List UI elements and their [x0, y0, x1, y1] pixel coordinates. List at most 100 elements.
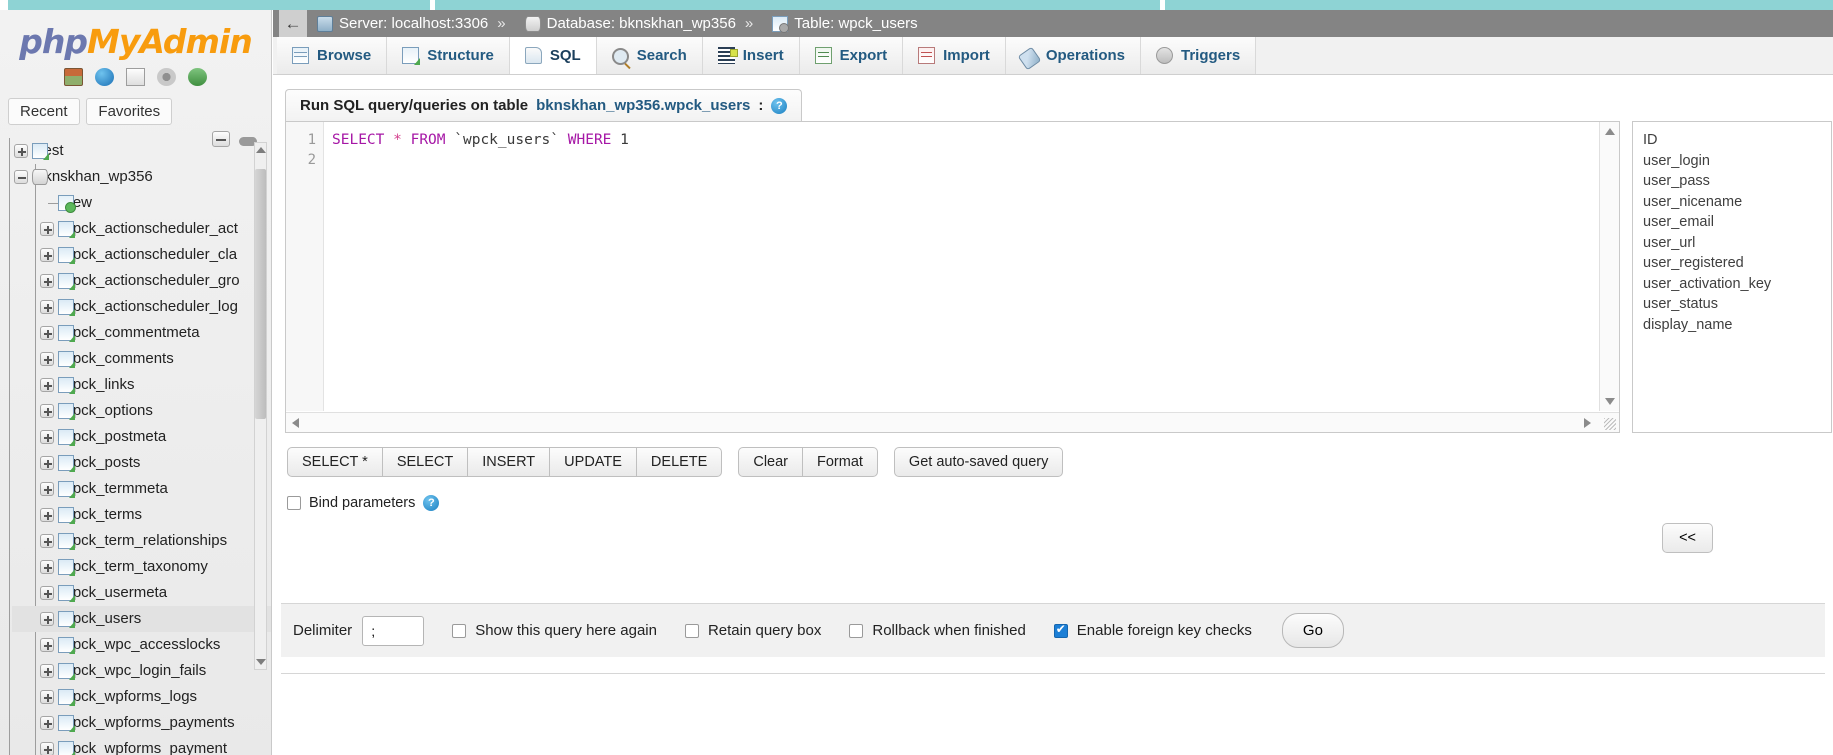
foreign-key-checks-checkbox[interactable] — [1054, 624, 1068, 638]
column-list-panel[interactable]: IDuser_loginuser_passuser_nicenameuser_e… — [1632, 121, 1832, 433]
nav-tab-favorites[interactable]: Favorites — [86, 98, 172, 125]
tree-item-wpck-postmeta[interactable]: wpck_postmeta — [12, 424, 272, 450]
tree-item-wpck-term-taxonomy[interactable]: wpck_term_taxonomy — [12, 554, 272, 580]
tree-item-wpck-wpc-login-fails[interactable]: wpck_wpc_login_fails — [12, 658, 272, 684]
expand-icon[interactable] — [40, 482, 54, 496]
expand-icon[interactable] — [40, 456, 54, 470]
expand-icon[interactable] — [40, 508, 54, 522]
tree-item-wpck-usermeta[interactable]: wpck_usermeta — [12, 580, 272, 606]
collapse-icon[interactable] — [14, 170, 28, 184]
tree-item-wpck-term-relationships[interactable]: wpck_term_relationships — [12, 528, 272, 554]
query-help-icon[interactable]: ? — [771, 98, 787, 114]
expand-icon[interactable] — [40, 664, 54, 678]
breadcrumb-table[interactable]: Table: wpck_users — [772, 15, 917, 32]
expand-icon[interactable] — [40, 248, 54, 262]
retain-query-box-checkbox[interactable] — [685, 624, 699, 638]
column-item[interactable]: user_pass — [1643, 171, 1831, 192]
reload-icon[interactable] — [188, 68, 207, 86]
tree-item-wpck-wpforms-logs[interactable]: wpck_wpforms_logs — [12, 684, 272, 710]
expand-icon[interactable] — [40, 430, 54, 444]
expand-icon[interactable] — [40, 612, 54, 626]
column-item[interactable]: user_registered — [1643, 253, 1831, 274]
bind-parameters-checkbox[interactable] — [287, 496, 301, 510]
expand-icon[interactable] — [40, 690, 54, 704]
column-item[interactable]: display_name — [1643, 315, 1831, 336]
tree-item-wpck-terms[interactable]: wpck_terms — [12, 502, 272, 528]
scroll-right-icon[interactable] — [1584, 418, 1591, 428]
column-item[interactable]: user_url — [1643, 233, 1831, 254]
scroll-down-icon[interactable] — [1605, 398, 1615, 405]
expand-icon[interactable] — [40, 560, 54, 574]
tree-item-wpck-wpc-accesslocks[interactable]: wpck_wpc_accesslocks — [12, 632, 272, 658]
expand-icon[interactable] — [40, 742, 54, 755]
tree-item-test[interactable]: Test — [12, 138, 272, 164]
editor-vertical-scrollbar[interactable] — [1599, 122, 1619, 411]
tab-triggers[interactable]: Triggers — [1141, 37, 1256, 74]
tab-insert[interactable]: Insert — [703, 37, 800, 74]
editor-resize-grip[interactable] — [1604, 418, 1616, 430]
sql-code-text[interactable]: SELECT * FROM `wpck_users` WHERE 1 — [332, 130, 1597, 150]
sql-button-select[interactable]: SELECT — [382, 447, 467, 477]
expand-icon[interactable] — [40, 222, 54, 236]
option-retain-query-box[interactable]: Retain query box — [685, 622, 821, 639]
scroll-up-icon[interactable] — [1605, 128, 1615, 135]
option-rollback-when-finished[interactable]: Rollback when finished — [849, 622, 1025, 639]
tree-item-wpck-actionscheduler-log[interactable]: wpck_actionscheduler_log — [12, 294, 272, 320]
help-icon[interactable] — [95, 68, 114, 86]
editor-horizontal-scrollbar[interactable] — [286, 412, 1619, 432]
delimiter-input[interactable] — [362, 616, 424, 646]
tree-item-wpck-wpforms-payments[interactable]: wpck_wpforms_payments — [12, 710, 272, 736]
nav-scroll-up-icon[interactable] — [256, 147, 266, 153]
option-enable-foreign-key-checks[interactable]: Enable foreign key checks — [1054, 622, 1252, 639]
expand-icon[interactable] — [40, 352, 54, 366]
tree-item-wpck-termmeta[interactable]: wpck_termmeta — [12, 476, 272, 502]
option-show-query-again[interactable]: Show this query here again — [452, 622, 657, 639]
tree-item-wpck-posts[interactable]: wpck_posts — [12, 450, 272, 476]
tree-item-wpck-links[interactable]: wpck_links — [12, 372, 272, 398]
expand-icon[interactable] — [40, 534, 54, 548]
rollback-checkbox[interactable] — [849, 624, 863, 638]
tree-item-new[interactable]: New — [12, 190, 272, 216]
tree-item-wpck-commentmeta[interactable]: wpck_commentmeta — [12, 320, 272, 346]
column-item[interactable]: user_activation_key — [1643, 274, 1831, 295]
tab-import[interactable]: Import — [903, 37, 1006, 74]
tree-item-wpck-actionscheduler-gro[interactable]: wpck_actionscheduler_gro — [12, 268, 272, 294]
nav-scroll-thumb[interactable] — [255, 169, 266, 419]
nav-scroll-down-icon[interactable] — [256, 659, 266, 665]
sql-button-select[interactable]: SELECT * — [287, 447, 382, 477]
tab-sql[interactable]: SQL — [510, 37, 597, 74]
expand-icon[interactable] — [40, 274, 54, 288]
scroll-left-icon[interactable] — [292, 418, 299, 428]
sql-button-insert[interactable]: INSERT — [467, 447, 549, 477]
format-button[interactable]: Format — [802, 447, 878, 477]
tree-item-wpck-actionscheduler-act[interactable]: wpck_actionscheduler_act — [12, 216, 272, 242]
database-tree[interactable]: Testbknskhan_wp356Newwpck_actionschedule… — [0, 138, 272, 755]
tree-item-wpck-users[interactable]: wpck_users — [12, 606, 272, 632]
tab-browse[interactable]: Browse — [277, 37, 387, 74]
tree-item-wpck-wpforms-payment-[interactable]: wpck_wpforms_payment_ — [12, 736, 272, 755]
back-button[interactable]: ← — [279, 10, 307, 37]
tree-item-bknskhan-wp356[interactable]: bknskhan_wp356 — [12, 164, 272, 190]
column-item[interactable]: user_email — [1643, 212, 1831, 233]
expand-icon[interactable] — [40, 326, 54, 340]
expand-icon[interactable] — [40, 586, 54, 600]
expand-icon[interactable] — [14, 144, 28, 158]
collapse-columns-button[interactable]: << — [1662, 523, 1713, 553]
expand-icon[interactable] — [40, 404, 54, 418]
column-item[interactable]: ID — [1643, 130, 1831, 151]
column-item[interactable]: user_status — [1643, 294, 1831, 315]
breadcrumb-database[interactable]: Database: bknskhan_wp356 — [525, 15, 736, 32]
go-button[interactable]: Go — [1282, 613, 1344, 648]
documentation-icon[interactable] — [126, 68, 145, 86]
nav-scrollbar[interactable] — [254, 142, 267, 670]
breadcrumb-server[interactable]: Server: localhost:3306 — [317, 15, 488, 32]
tree-item-wpck-comments[interactable]: wpck_comments — [12, 346, 272, 372]
column-item[interactable]: user_nicename — [1643, 192, 1831, 213]
expand-icon[interactable] — [40, 300, 54, 314]
tree-item-wpck-actionscheduler-cla[interactable]: wpck_actionscheduler_cla — [12, 242, 272, 268]
home-icon[interactable] — [64, 68, 83, 86]
sql-button-delete[interactable]: DELETE — [636, 447, 722, 477]
bind-parameters-help-icon[interactable]: ? — [423, 495, 439, 511]
tab-structure[interactable]: Structure — [387, 37, 510, 74]
expand-icon[interactable] — [40, 378, 54, 392]
